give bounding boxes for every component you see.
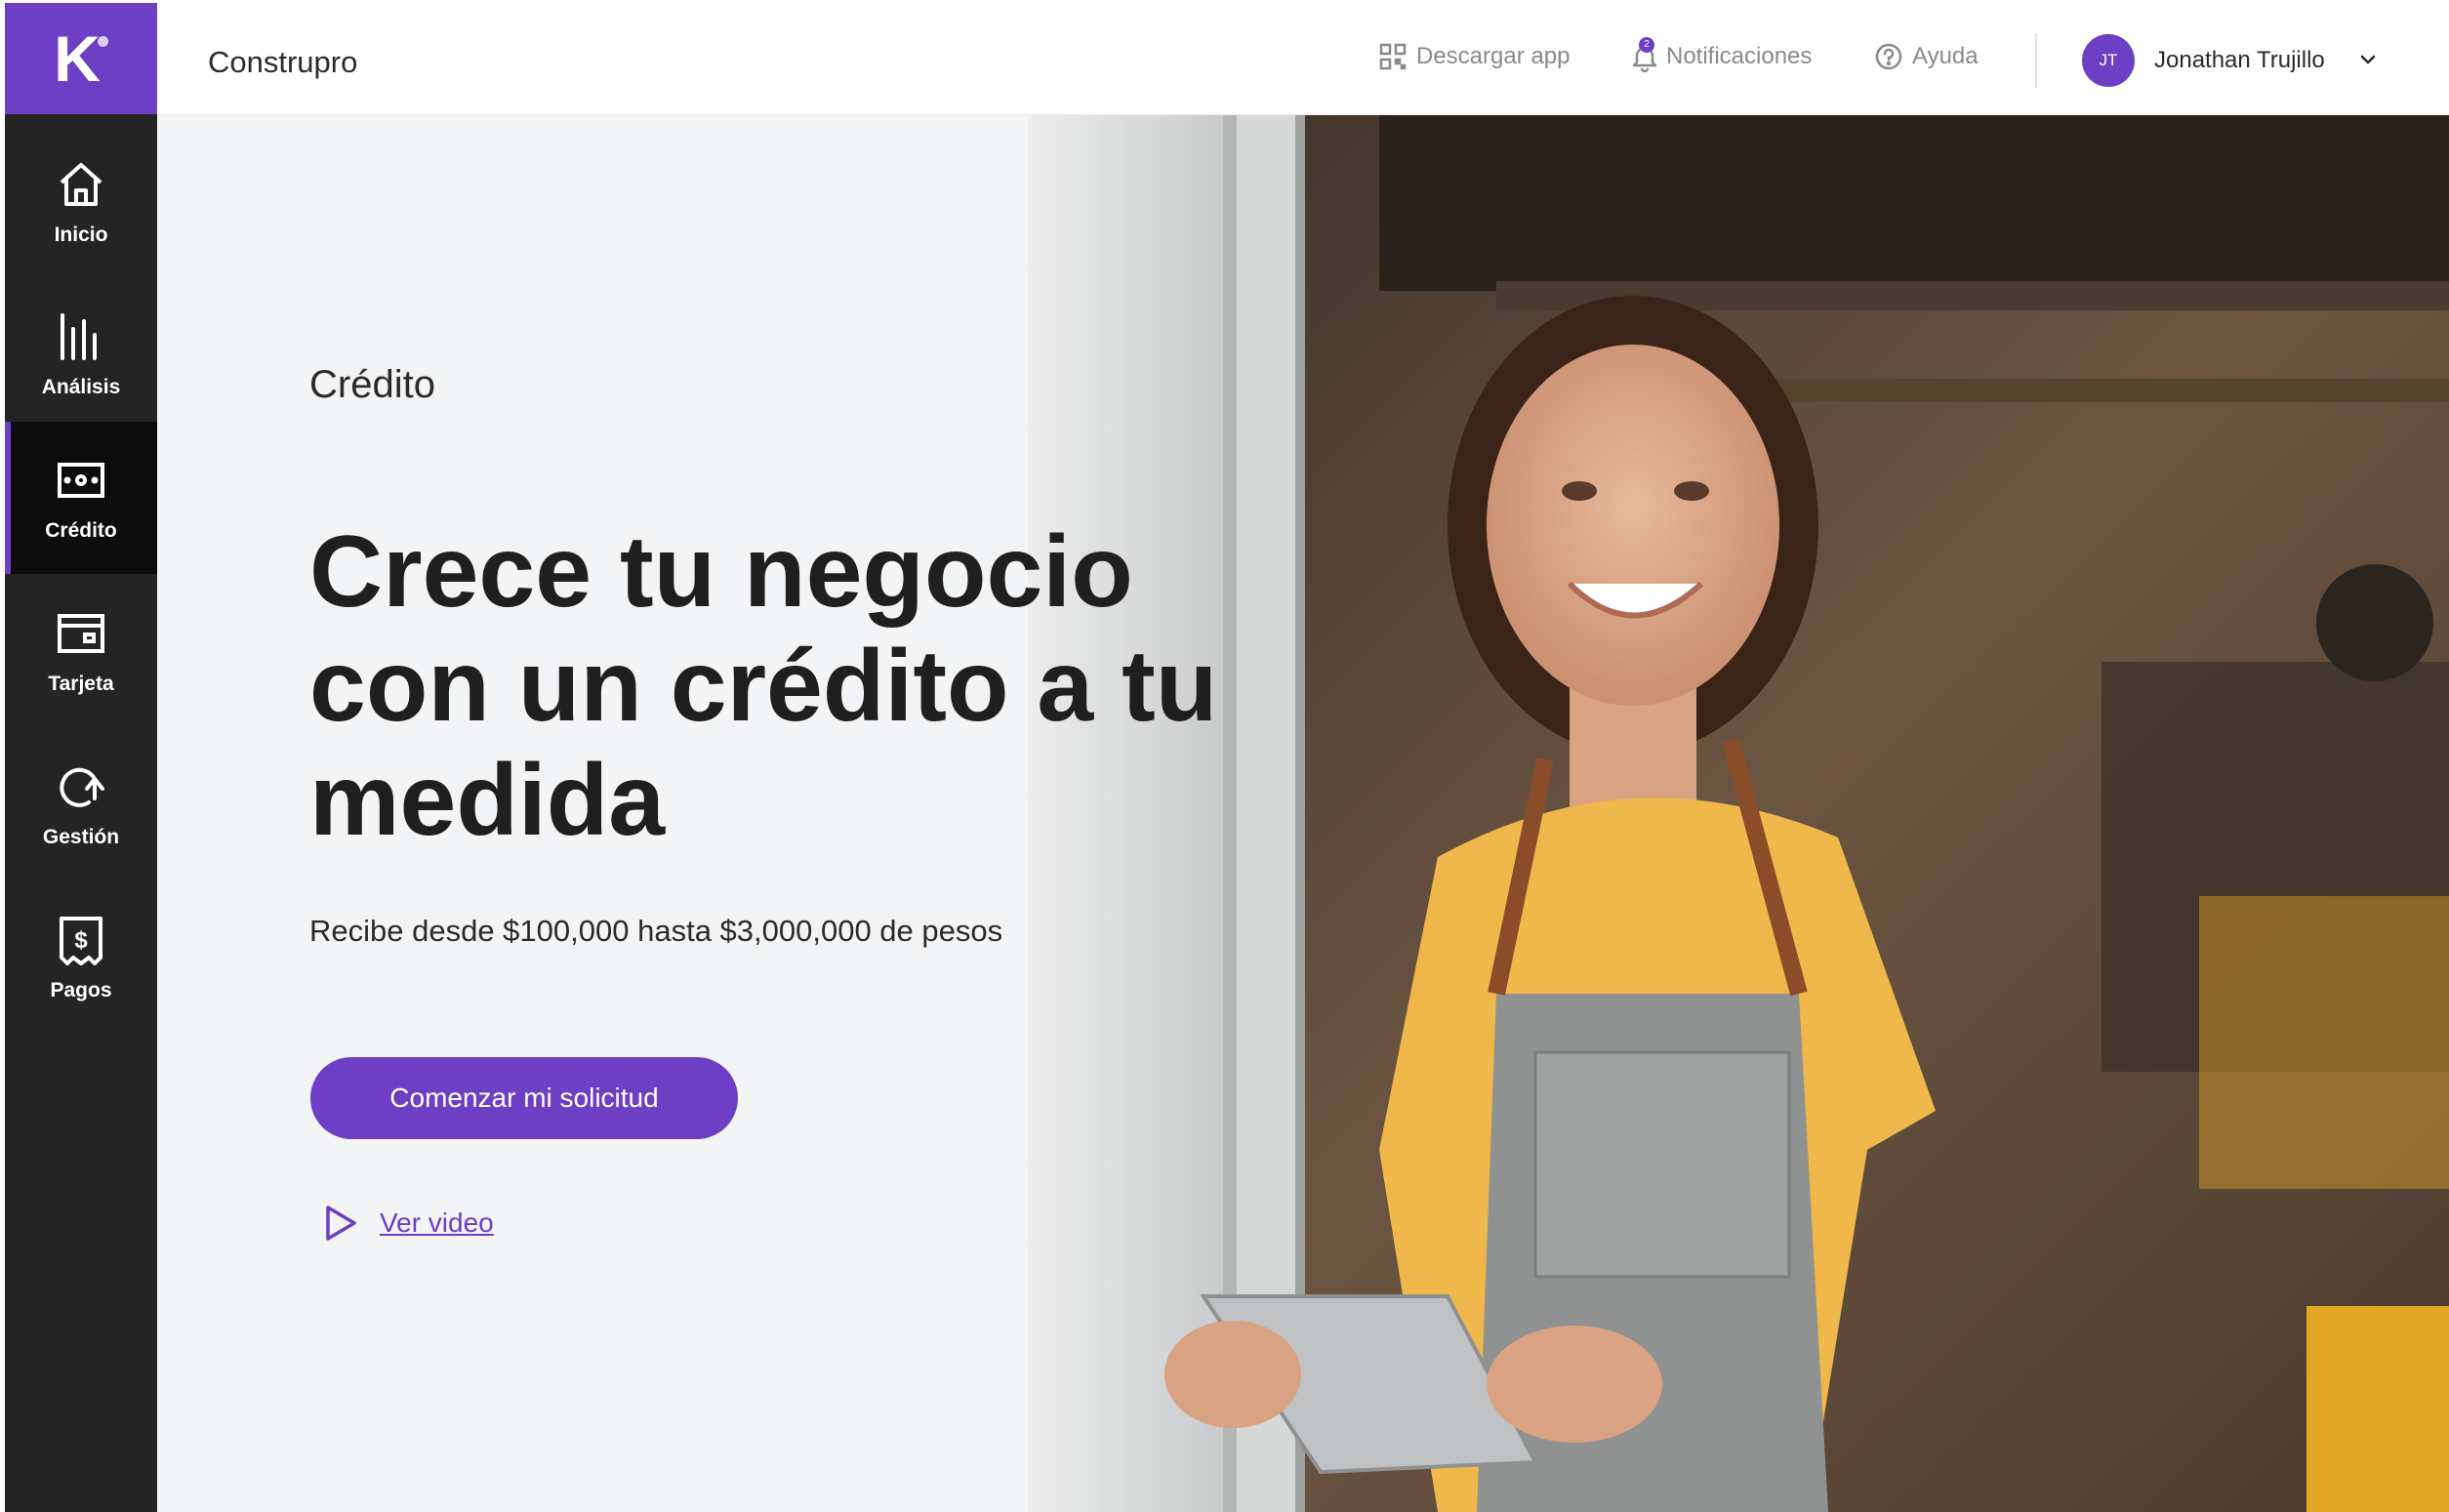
sidebar-item-analisis[interactable]: Análisis [5,278,157,430]
help-circle-icon [1875,43,1902,70]
sidebar-item-label: Pagos [50,979,112,1001]
credit-range-subtitle: Recibe desde $100,000 hasta $3,000,000 d… [309,914,1003,948]
page-title: Crece tu negocio con un crédito a tu med… [309,515,1218,857]
logo-dot [98,36,108,47]
play-icon [326,1206,356,1241]
sidebar-item-label: Crédito [45,519,117,542]
sidebar-item-label: Análisis [41,376,121,398]
notifications-link[interactable]: 2 Notificaciones [1631,37,1813,73]
user-name[interactable]: Jonathan Trujillo [2154,47,2325,74]
logo[interactable]: K [5,3,157,114]
watch-video-label: Ver video [380,1207,494,1238]
sidebar-item-gestion[interactable]: Gestión [5,728,157,880]
logo-letter: K [54,22,101,95]
watch-video-link[interactable]: Ver video [323,1205,494,1242]
bar-chart-icon [61,313,97,360]
top-bar: Construpro Descargar app 2 Notificacione… [157,0,2449,115]
receipt-icon: $ [60,917,102,965]
sidebar-item-tarjeta[interactable]: Tarjeta [5,575,157,727]
help-label: Ayuda [1912,43,1979,69]
chevron-down-icon[interactable] [2357,49,2379,70]
section-label: Crédito [309,363,435,406]
sidebar-item-label: Gestión [42,826,120,848]
home-icon [60,163,102,206]
credit-icon [58,463,104,498]
sidebar-item-credito[interactable]: Crédito [5,422,157,574]
main-content: Crédito Crece tu negocio con un crédito … [157,115,2449,1512]
svg-text:$: $ [74,927,88,954]
start-application-button[interactable]: Comenzar mi solicitud [310,1057,738,1139]
sidebar-item-inicio[interactable]: Inicio [5,126,157,278]
sidebar-item-label: Inicio [54,224,108,246]
help-link[interactable]: Ayuda [1875,43,1979,70]
qr-code-icon [1379,43,1407,70]
sidebar-item-label: Tarjeta [48,673,114,695]
download-app-label: Descargar app [1416,43,1571,69]
avatar[interactable]: JT [2082,34,2135,87]
notification-bell: 2 [1631,37,1658,73]
card-icon [58,614,104,653]
notification-count-badge: 2 [1639,37,1654,53]
company-name: Construpro [208,45,358,79]
notifications-label: Notificaciones [1666,43,1813,69]
download-app-link[interactable]: Descargar app [1379,43,1570,70]
topbar-divider [2035,33,2037,88]
sidebar-item-pagos[interactable]: $ Pagos [5,881,157,1034]
app-root: K Inicio Análisis Crédito Tarjeta Gestió… [0,0,2449,1512]
sidebar: K Inicio Análisis Crédito Tarjeta Gestió… [5,3,157,1512]
refresh-arrow-icon [60,767,104,807]
